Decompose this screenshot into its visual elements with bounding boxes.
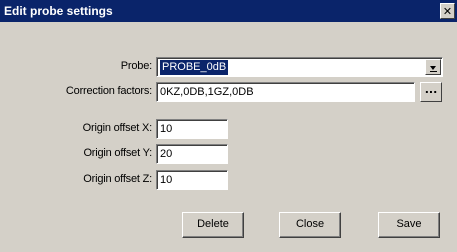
probe-selected-value: PROBE_0dB: [160, 60, 229, 75]
offset-z-label: Origin offset Z:: [83, 173, 152, 185]
dropdown-bar-icon: [430, 71, 437, 72]
close-icon: ✕: [442, 5, 453, 18]
close-window-button[interactable]: ✕: [440, 3, 455, 19]
offset-z-input[interactable]: 10: [156, 170, 228, 190]
delete-button[interactable]: Delete: [182, 212, 244, 238]
browse-correction-button[interactable]: ...: [420, 82, 442, 102]
probe-label: Probe:: [120, 60, 152, 72]
probe-select[interactable]: PROBE_0dB: [156, 57, 443, 77]
title-bar: Edit probe settings ✕: [0, 0, 457, 22]
offset-x-input[interactable]: 10: [156, 119, 228, 139]
edit-probe-dialog: Edit probe settings ✕ Probe: PROBE_0dB C…: [0, 0, 457, 252]
ellipsis-icon: ...: [424, 83, 438, 96]
dialog-title: Edit probe settings: [4, 4, 113, 18]
offset-y-input[interactable]: 20: [156, 144, 228, 164]
offset-x-label: Origin offset X:: [82, 122, 153, 134]
correction-factors-field[interactable]: 0KZ,0DB,1GZ,0DB: [156, 82, 415, 102]
offset-y-label: Origin offset Y:: [83, 147, 152, 159]
correction-factors-label: Correction factors:: [65, 85, 152, 97]
save-button[interactable]: Save: [378, 212, 440, 238]
close-button[interactable]: Close: [279, 212, 341, 238]
chevron-down-icon: [430, 66, 436, 70]
probe-dropdown-button[interactable]: [425, 59, 441, 75]
